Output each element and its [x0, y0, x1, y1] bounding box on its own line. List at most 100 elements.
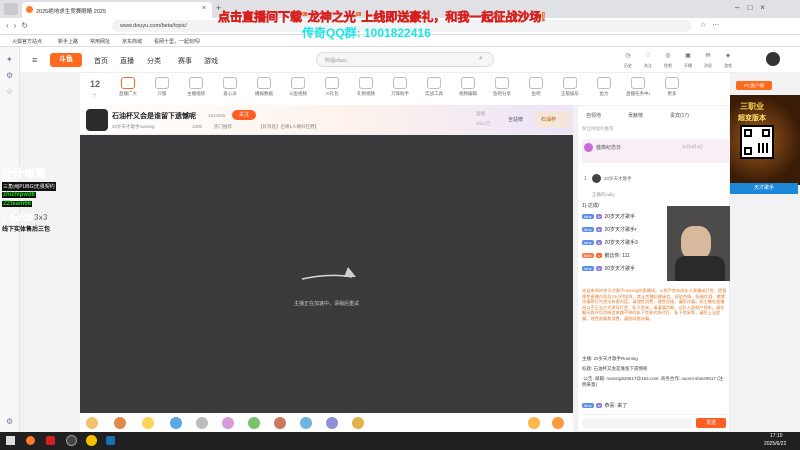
rank-avatar	[592, 174, 601, 183]
message-link[interactable]: 消息	[700, 63, 716, 69]
category-item[interactable]: 礼物视频	[354, 77, 378, 97]
follow-link[interactable]: 关注	[640, 63, 656, 69]
category-item[interactable]: 只狼	[150, 77, 174, 97]
category-item[interactable]: 鱼力	[592, 77, 616, 97]
nav-live[interactable]: 直播	[120, 56, 134, 66]
gift-icon[interactable]	[300, 417, 312, 429]
os-taskbar: 17:10 2025/6/22	[0, 432, 800, 450]
category-item[interactable]: 更多	[660, 77, 684, 97]
ad-bottom-tag[interactable]: 天才歌手	[730, 183, 798, 194]
gift-icon[interactable]	[326, 417, 338, 429]
streamer-name[interactable]: 20岁天才歌手running	[112, 124, 155, 130]
category-item[interactable]: 主播视频	[184, 77, 208, 97]
history-link[interactable]: 历史	[620, 63, 636, 69]
category-item[interactable]: 正版娱乐	[558, 77, 582, 97]
pc-client-tag[interactable]: PC鱼户端	[736, 81, 772, 90]
window-controls[interactable]: –□×	[735, 3, 773, 12]
send-button[interactable]: 发送	[696, 418, 726, 428]
gift-icon[interactable]	[274, 417, 286, 429]
start-icon[interactable]	[6, 436, 15, 445]
gift-icon[interactable]	[552, 417, 564, 429]
app-icon[interactable]	[66, 435, 77, 446]
category-item[interactable]: 直播任务中心	[626, 77, 650, 97]
category-item[interactable]: 斗鱼视频	[286, 77, 310, 97]
gift-icon[interactable]	[352, 417, 364, 429]
menu-icon[interactable]: ≡	[32, 55, 37, 65]
category-item[interactable]: 视频编辑	[456, 77, 480, 97]
chat-tab[interactable]: 自领地	[586, 112, 601, 119]
category-item[interactable]: 直播广大	[116, 77, 140, 97]
category-item[interactable]: 鱼吧分享	[490, 77, 514, 97]
url-text: www.douyu.com/beta/topic/	[120, 23, 187, 29]
gift-icon[interactable]	[248, 417, 260, 429]
event-card[interactable]: 盛典纪念日 22日6月4日	[582, 139, 730, 163]
browser-toolbar-icons[interactable]: ☆⋯	[700, 21, 725, 29]
game-link[interactable]: 游戏	[720, 63, 736, 69]
room-contact-info: ·公告: 邮箱: running520617@163.com; 商务合作: nu…	[582, 376, 724, 387]
gift-icon[interactable]	[142, 417, 154, 429]
app-icon[interactable]	[46, 436, 55, 445]
chat-input[interactable]	[582, 418, 692, 428]
search-icon[interactable]: ⌕	[479, 55, 483, 63]
category-item[interactable]: 播报数据	[252, 77, 276, 97]
follow-button[interactable]: 关注	[232, 110, 256, 120]
history-icon[interactable]: ⚙	[6, 71, 13, 80]
yuba-link[interactable]: 鱼吧	[660, 63, 676, 69]
sidebar-toggle-icon[interactable]	[4, 3, 18, 15]
broadcast-link-icon[interactable]: ▣	[680, 52, 696, 59]
event-badge[interactable]: 石油杯	[536, 111, 570, 128]
chat-tab[interactable]: 贵宾(17)	[670, 112, 689, 119]
gift-icon[interactable]	[222, 417, 234, 429]
site-logo[interactable]: 斗鱼	[50, 53, 82, 67]
gift-icon[interactable]	[196, 417, 208, 429]
broadcast-link[interactable]: 开播	[680, 63, 696, 69]
category-item[interactable]: 爱心派	[218, 77, 242, 97]
category-item[interactable]: 实战工具	[422, 77, 446, 97]
gift-icon[interactable]	[170, 417, 182, 429]
message-link-icon[interactable]: ✉	[700, 52, 716, 59]
category-item[interactable]: AI礼包	[320, 77, 344, 97]
favorites-icon[interactable]: ✦	[6, 55, 13, 64]
gift-icon[interactable]	[528, 417, 540, 429]
follow-link-icon[interactable]: ♡	[640, 52, 656, 59]
bookmark-item[interactable]: 常用网址	[90, 38, 110, 45]
search-input[interactable]: 阿福sfasu ⌕	[316, 52, 494, 67]
nav-category[interactable]: 分类	[147, 56, 161, 66]
yuba-link-icon[interactable]: ◎	[660, 52, 676, 59]
event-time: 22日6月4日	[682, 144, 703, 149]
left-ad-id: zhizhipwd6	[2, 192, 36, 198]
bookmark-item[interactable]: 火狐官方站点	[12, 38, 42, 45]
gift-bar	[80, 413, 573, 432]
bookmark-item[interactable]: 看网十里，一起玩吗!	[154, 38, 200, 45]
category-item[interactable]: 鱼吧	[524, 77, 548, 97]
bookmark-item[interactable]: 新手上路	[58, 38, 78, 45]
hot-label: 直播	[476, 111, 485, 116]
app-icon[interactable]	[86, 435, 97, 446]
avatar[interactable]	[766, 52, 780, 66]
category-item[interactable]: 刀锋助手	[388, 77, 412, 97]
overlay-banner: 点击直播间下载"龙神之光"上线即送豪礼，和我一起征战沙场!	[218, 10, 546, 25]
firefox-icon[interactable]	[26, 436, 35, 445]
game-link-icon[interactable]: ◈	[720, 52, 736, 59]
event-title: 盛典纪念日	[596, 145, 622, 151]
settings-icon[interactable]: ⚙	[6, 417, 13, 426]
history-link-icon[interactable]: ◷	[620, 52, 636, 59]
nav-buttons[interactable]: ‹›↻	[6, 21, 33, 30]
chat-tab[interactable]: 贡献榜	[628, 112, 643, 119]
video-player[interactable]: 主播正在加速中，请稍后重试	[80, 135, 573, 413]
active-tab[interactable]: 2025绝地求生竞赛眼睛 2025 ×	[22, 2, 212, 18]
nav-games[interactable]: 游戏	[204, 56, 218, 66]
webcam-overlay	[667, 206, 731, 281]
chat-notice: 粉丝榜福利推荐	[582, 126, 614, 131]
fullsite-rank-link[interactable]: 全站榜	[508, 116, 523, 123]
bookmark-icon[interactable]: ☆	[6, 87, 13, 96]
gift-icon[interactable]	[114, 417, 126, 429]
streamer-avatar[interactable]	[86, 109, 108, 131]
steam-icon[interactable]	[106, 436, 115, 445]
gift-icon[interactable]	[86, 417, 98, 429]
nav-events[interactable]: 赛事	[178, 56, 192, 66]
tab-close-icon[interactable]: ×	[202, 5, 206, 12]
tab-favicon-icon	[26, 6, 33, 13]
bookmark-item[interactable]: 京东商城	[122, 38, 142, 45]
nav-home[interactable]: 首页	[94, 56, 108, 66]
